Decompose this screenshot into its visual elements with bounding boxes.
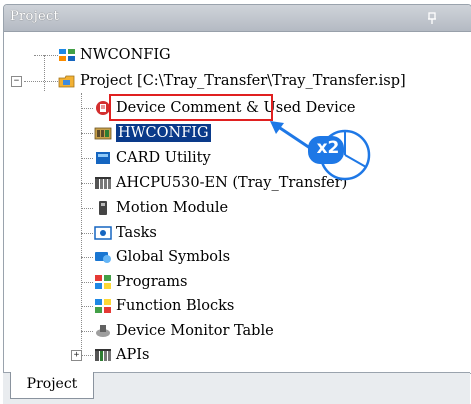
tree-item-label: Function Blocks: [116, 298, 235, 314]
tree-item-programs[interactable]: Programs: [94, 272, 187, 292]
tree-item-label: Device Monitor Table: [116, 323, 274, 339]
project-panel: Project − + NWCONFIG Project [C:\Tray_Tr…: [3, 4, 471, 374]
tree-item-global-symbols[interactable]: Global Symbols: [94, 247, 230, 267]
tree-item-card-utility[interactable]: CARD Utility: [94, 148, 211, 168]
tree-item-project[interactable]: Project [C:\Tray_Transfer\Tray_Transfer.…: [58, 71, 406, 91]
tree-item-label: Motion Module: [116, 200, 229, 216]
tree-item-label: Project [C:\Tray_Transfer\Tray_Transfer.…: [80, 73, 406, 89]
nwconfig-icon: [58, 47, 76, 63]
card-utility-icon: [94, 150, 112, 166]
pin-icon[interactable]: [425, 11, 439, 25]
expand-apis-toggle[interactable]: +: [71, 350, 82, 361]
panel-titlebar: Project: [4, 5, 471, 32]
tree-item-label: NWCONFIG: [80, 47, 171, 63]
tree-item-label: Programs: [116, 274, 188, 290]
project-tree[interactable]: − + NWCONFIG Project [C:\Tray_Transfer\T…: [4, 32, 471, 363]
tree-item-motion-module[interactable]: Motion Module: [94, 198, 228, 218]
panel-title: Project: [10, 9, 60, 24]
cpu-icon: [94, 175, 112, 191]
panel-tab-strip: Project: [3, 372, 470, 404]
tree-item-nwconfig[interactable]: NWCONFIG: [58, 45, 171, 65]
tree-item-label: Tasks: [116, 225, 157, 241]
tree-item-tasks[interactable]: Tasks: [94, 223, 157, 243]
tree-item-label: APIs: [116, 347, 150, 363]
hwconfig-highlight-box: [109, 94, 273, 121]
hwconfig-icon: [94, 125, 112, 141]
apis-icon: [94, 347, 112, 363]
tree-item-label: CARD Utility: [116, 150, 211, 166]
tree-item-function-blocks[interactable]: Function Blocks: [94, 296, 234, 316]
tab-project[interactable]: Project: [10, 372, 94, 399]
project-icon: [58, 73, 76, 89]
device-monitor-icon: [94, 323, 112, 339]
function-blocks-icon: [94, 298, 112, 314]
tree-item-label: HWCONFIG: [116, 124, 211, 142]
global-symbols-icon: [94, 249, 112, 265]
tree-item-label: Global Symbols: [116, 249, 231, 265]
tree-item-hwconfig[interactable]: HWCONFIG: [94, 123, 211, 143]
tree-item-device-monitor-table[interactable]: Device Monitor Table: [94, 321, 274, 341]
programs-icon: [94, 274, 112, 290]
motion-module-icon: [94, 200, 112, 216]
tasks-icon: [94, 225, 112, 241]
collapse-project-toggle[interactable]: −: [11, 76, 22, 87]
double-click-badge: x2: [316, 138, 340, 158]
tree-item-apis[interactable]: APIs: [94, 345, 149, 365]
